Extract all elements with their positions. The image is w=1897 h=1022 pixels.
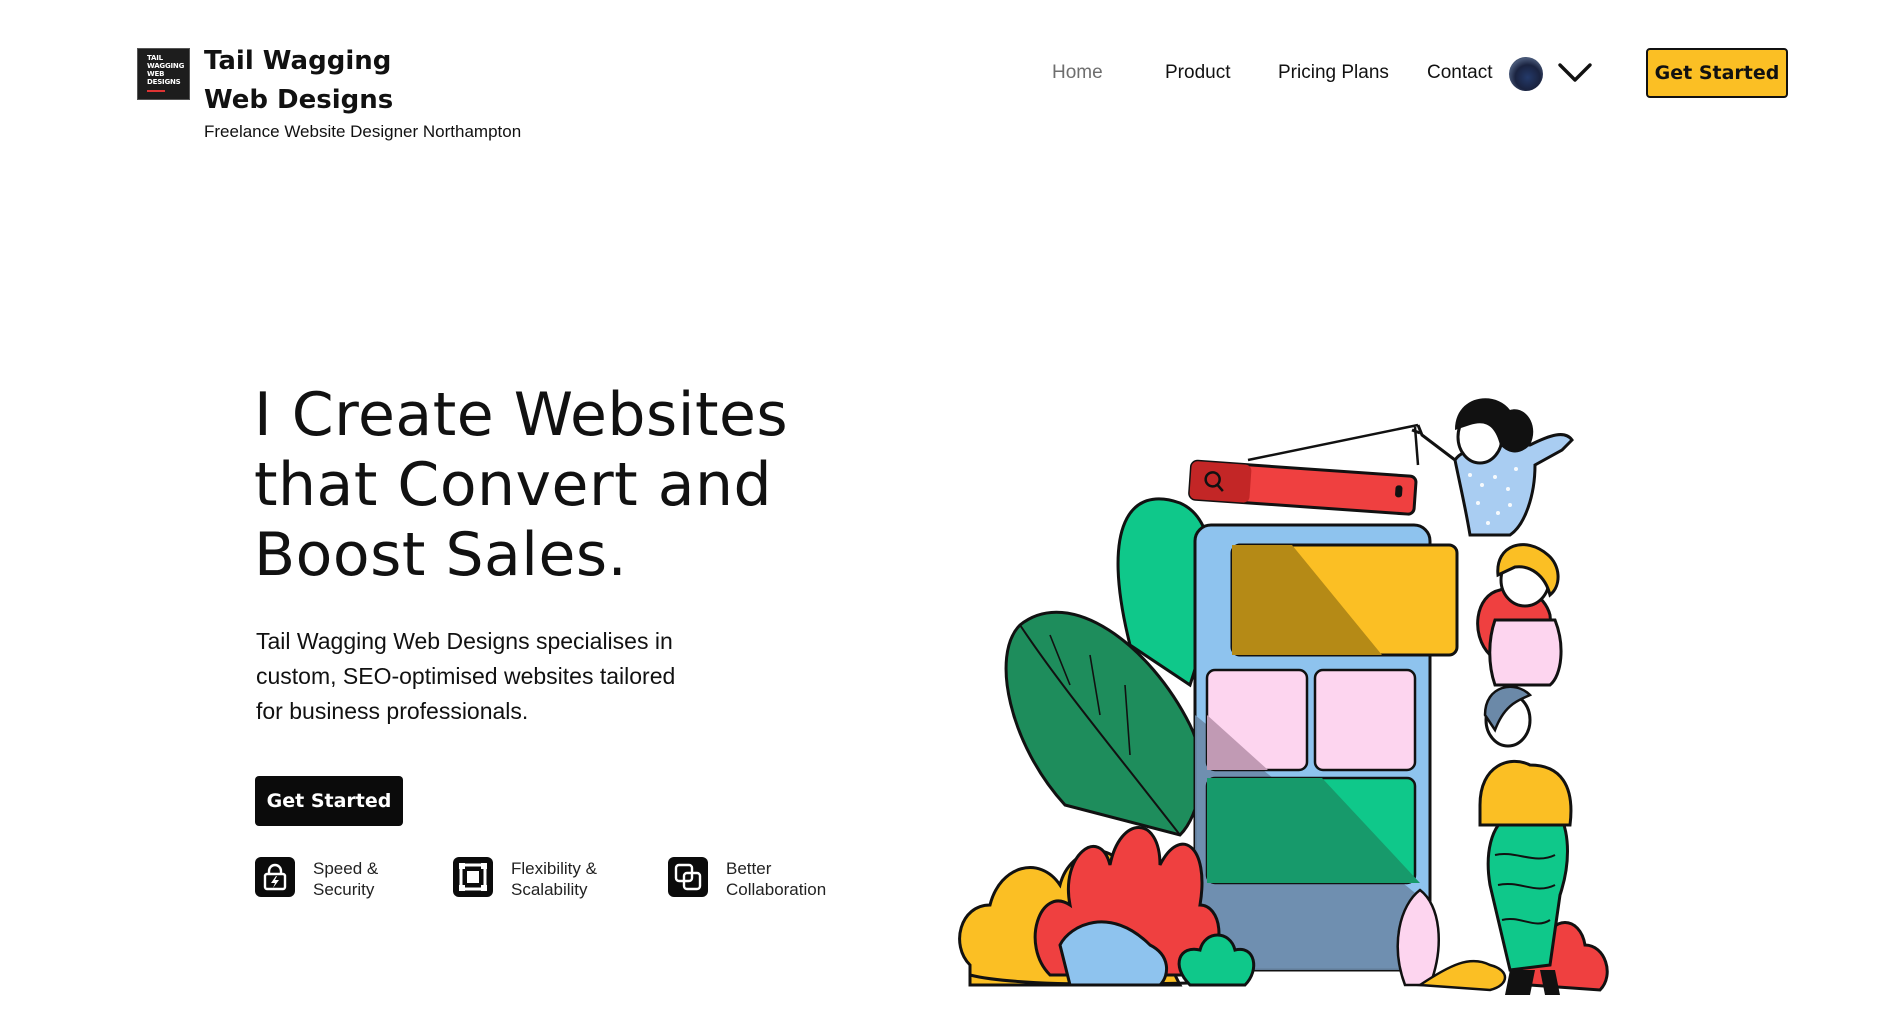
feature-speed-security: Speed & Security [255,857,378,900]
feature-flexibility-scalability: Flexibility & Scalability [453,857,597,900]
logo-accent-bar [147,90,165,92]
hero-illustration [958,398,1609,995]
hero-description-line: for business professionals. [256,698,529,724]
hero-heading-line: that Convert and [254,450,773,520]
logo-text-line: DESIGNS [147,78,181,86]
logo-text-line: WEB [147,70,165,78]
feature-label: Better Collaboration [726,858,826,900]
hero-heading: I Create Websites that Convert and Boost… [254,380,854,590]
feature-better-collaboration: Better Collaboration [668,857,826,900]
feature-label-line: Flexibility & [511,859,597,878]
logo-text-line: TAIL [147,54,163,62]
feature-label-line: Collaboration [726,880,827,899]
feature-label-line: Better [726,859,772,878]
nav-home-link[interactable]: Home [1052,62,1103,84]
hero-get-started-button[interactable]: Get Started [255,776,403,826]
logo-text-line: WAGGING [147,62,185,70]
user-avatar[interactable] [1509,57,1543,91]
hero-description: Tail Wagging Web Designs specialises in … [256,624,736,729]
nav-product-link[interactable]: Product [1165,62,1230,84]
chevron-down-icon[interactable] [1557,60,1593,86]
feature-label: Flexibility & Scalability [511,858,597,900]
feature-label-line: Security [313,880,375,899]
hero-description-line: Tail Wagging Web Designs specialises in [256,628,673,654]
site-title-line: Web Designs [204,85,394,115]
overlap-squares-icon [668,857,708,897]
hero-heading-line: I Create Websites [254,380,789,450]
hero-description-line: custom, SEO-optimised websites tailored [256,663,676,689]
nav-contact-link[interactable]: Contact [1427,62,1492,84]
feature-label-line: Scalability [511,880,588,899]
feature-label-line: Speed & [313,859,379,878]
site-title[interactable]: Tail Wagging Web Designs [204,42,424,120]
feature-label: Speed & Security [313,858,378,900]
logo[interactable]: TAIL WAGGING WEB DESIGNS [137,48,190,100]
get-started-button[interactable]: Get Started [1646,48,1788,98]
lock-lightning-icon [255,857,295,897]
frame-icon [453,857,493,897]
site-title-line: Tail Wagging [204,46,392,76]
site-tagline: Freelance Website Designer Northampton [204,122,522,141]
hero-heading-line: Boost Sales. [254,520,628,590]
nav-pricing-plans-link[interactable]: Pricing Plans [1278,62,1389,84]
